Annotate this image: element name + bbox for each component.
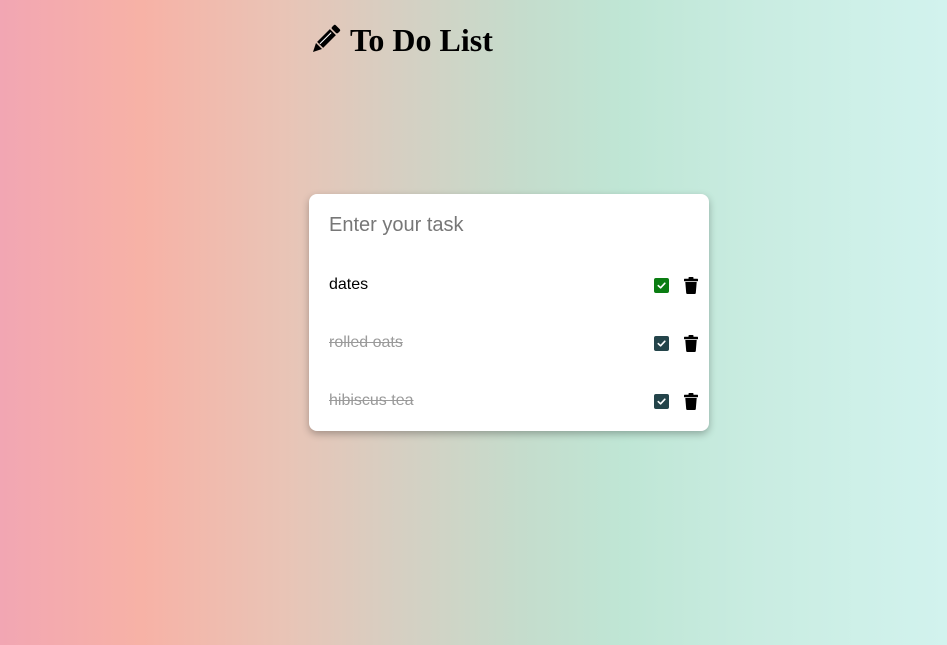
complete-checkbox[interactable] bbox=[654, 394, 669, 409]
checkmark-icon bbox=[657, 282, 666, 289]
task-text: rolled oats bbox=[329, 334, 403, 351]
task-item: rolled oats bbox=[309, 314, 709, 372]
delete-button[interactable] bbox=[684, 277, 698, 294]
trash-icon bbox=[684, 335, 698, 352]
app-header: To Do List bbox=[308, 20, 493, 60]
task-input[interactable] bbox=[329, 208, 689, 242]
task-item: dates bbox=[309, 256, 709, 314]
checkmark-icon bbox=[657, 340, 666, 347]
trash-icon bbox=[684, 393, 698, 410]
task-item: hibiscus tea bbox=[309, 372, 709, 430]
delete-button[interactable] bbox=[684, 335, 698, 352]
task-list: dates rolled oats hibiscus tea bbox=[309, 256, 709, 430]
task-text: dates bbox=[329, 276, 369, 293]
complete-checkbox[interactable] bbox=[654, 336, 669, 351]
trash-icon bbox=[684, 277, 698, 294]
complete-checkbox[interactable] bbox=[654, 278, 669, 293]
pencil-icon bbox=[312, 24, 341, 53]
todo-card: dates rolled oats bbox=[309, 194, 709, 431]
task-text: hibiscus tea bbox=[329, 392, 414, 409]
page-title: To Do List bbox=[350, 22, 493, 58]
delete-button[interactable] bbox=[684, 393, 698, 410]
checkmark-icon bbox=[657, 398, 666, 405]
